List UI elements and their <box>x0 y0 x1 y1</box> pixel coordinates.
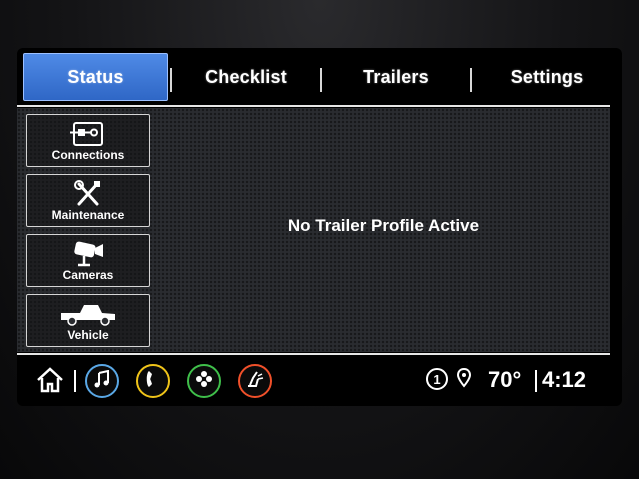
tab-status-label: Status <box>67 66 124 87</box>
sidebar-item-vehicle[interactable]: Vehicle <box>26 294 150 347</box>
tab-settings-label: Settings <box>510 66 584 87</box>
sidebar-item-maintenance[interactable]: Maintenance <box>26 174 150 227</box>
music-button[interactable] <box>85 364 119 398</box>
notification-count: 1 <box>433 371 441 387</box>
tab-bar: Status Checklist Trailers Settings <box>17 48 622 107</box>
phone-button[interactable] <box>136 364 170 398</box>
tab-status[interactable]: Status <box>23 53 168 101</box>
tab-underline <box>17 105 610 107</box>
apps-button[interactable] <box>187 364 221 398</box>
wrench-screwdriver-icon <box>73 180 103 213</box>
status-divider <box>535 370 537 392</box>
sidebar-item-connections[interactable]: Connections <box>26 114 150 167</box>
clock: 4:12 <box>542 367 587 392</box>
location-pin-icon <box>456 367 472 393</box>
climate-button[interactable] <box>238 364 272 398</box>
phone-icon <box>144 370 162 393</box>
temperature: 70° <box>488 367 522 392</box>
infotainment-screen: Status Checklist Trailers Settings Conne… <box>17 48 622 406</box>
tab-checklist[interactable]: Checklist <box>172 53 320 101</box>
status-divider <box>74 370 76 392</box>
sidebar-item-cameras[interactable]: Cameras <box>26 234 150 287</box>
pickup-truck-icon <box>58 300 118 331</box>
connections-icon <box>69 120 107 153</box>
status-content-panel: Connections Maintenance Cameras Vehicle … <box>17 108 610 352</box>
notification-badge[interactable]: 1 <box>426 368 448 390</box>
climate-seat-icon <box>245 370 265 393</box>
no-profile-message: No Trailer Profile Active <box>287 216 480 235</box>
tab-trailers[interactable]: Trailers <box>322 53 470 101</box>
tab-settings[interactable]: Settings <box>472 53 622 101</box>
tab-trailers-label: Trailers <box>363 66 429 87</box>
tab-checklist-label: Checklist <box>205 66 287 87</box>
music-icon <box>93 369 111 393</box>
status-bar: 1 70° 4:12 <box>17 355 622 406</box>
camera-icon <box>69 240 107 273</box>
apps-icon <box>195 370 213 393</box>
home-icon[interactable] <box>36 367 64 398</box>
